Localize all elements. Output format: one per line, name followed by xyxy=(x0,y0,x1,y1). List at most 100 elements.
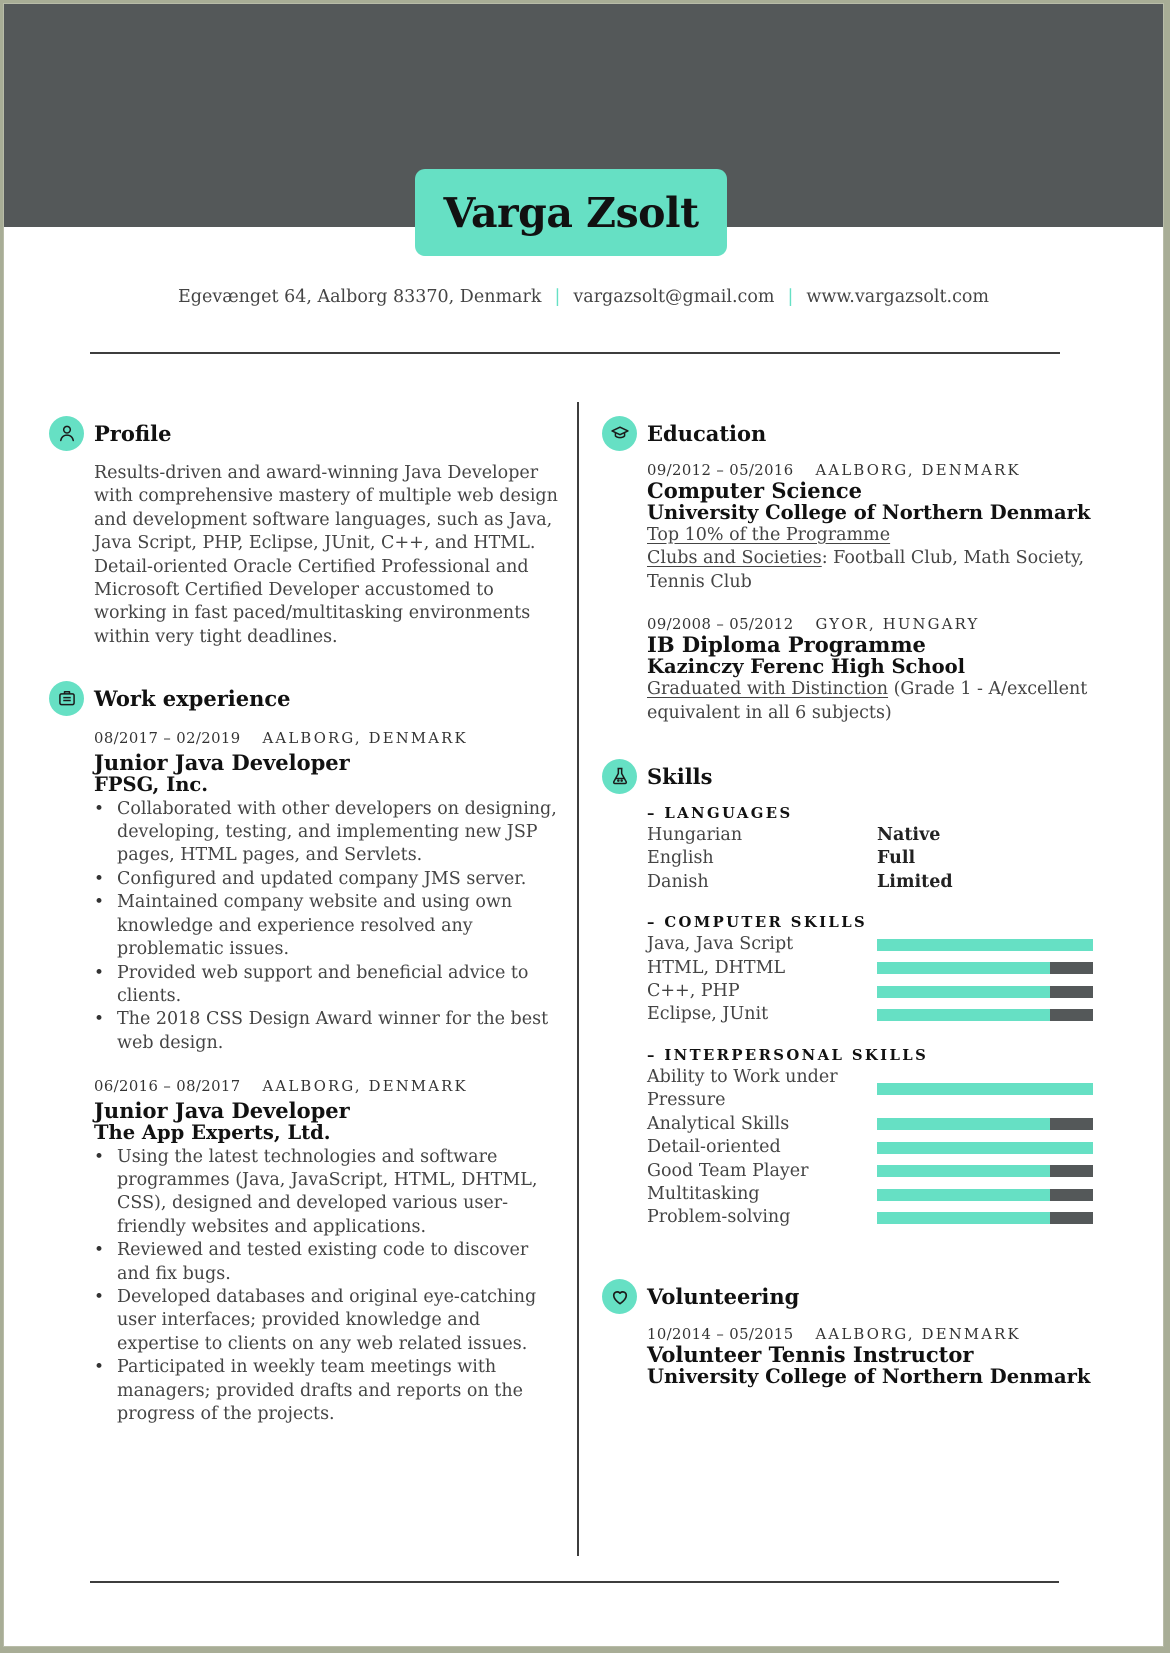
work-section: Work experience 08/2017 – 02/2019 AALBORG… xyxy=(49,680,559,1426)
skill-name: Good Team Player xyxy=(647,1160,809,1181)
computer-skill-row: Java, Java Script xyxy=(647,933,1122,956)
job-bullets: Using the latest technologies and softwa… xyxy=(94,1146,559,1427)
list-item: Using the latest technologies and softwa… xyxy=(94,1146,559,1240)
volunteering-section: Volunteering 10/2014 – 05/2015 AALBORG, D… xyxy=(602,1279,1122,1388)
skill-name: Analytical Skills xyxy=(647,1113,790,1134)
skill-level-bar xyxy=(877,1083,1093,1096)
list-item: The 2018 CSS Design Award winner for the… xyxy=(94,1008,559,1055)
computer-skill-row: C++, PHP xyxy=(647,980,1122,1003)
language-level: Full xyxy=(877,848,916,869)
job-location: AALBORG, DENMARK xyxy=(262,730,468,748)
interpersonal-skill-row: Good Team Player xyxy=(647,1160,1122,1183)
interpersonal-skills-heading: – INTERPERSONAL SKILLS xyxy=(647,1046,929,1064)
column-divider xyxy=(577,402,579,1556)
right-column: Education 09/2012 – 05/2016 AALBORG, DENM… xyxy=(602,415,1122,1388)
education-section: Education 09/2012 – 05/2016 AALBORG, DENM… xyxy=(602,415,1122,725)
vol-dates: 10/2014 – 05/2015 xyxy=(647,1325,794,1343)
edu-meta: 09/2012 – 05/2016 AALBORG, DENMARK xyxy=(647,462,1122,479)
left-column: Profile Results-driven and award-winning… xyxy=(49,415,559,1426)
section-header: Education xyxy=(602,415,1122,451)
language-name: Hungarian xyxy=(647,825,743,846)
language-name: English xyxy=(647,848,714,869)
edu-highlight-link[interactable]: Graduated with Distinction xyxy=(647,679,888,699)
skill-name: HTML, DHTML xyxy=(647,957,786,978)
job-dates: 08/2017 – 02/2019 xyxy=(94,730,241,748)
skill-level-fill xyxy=(877,962,1050,975)
skill-name: Java, Java Script xyxy=(647,934,794,955)
job-bullets: Collaborated with other developers on de… xyxy=(94,798,559,1055)
edu-highlight-link[interactable]: Top 10% of the Programme xyxy=(647,525,890,545)
section-title: Skills xyxy=(647,763,713,789)
interpersonal-skill-row: Ability to Work under Pressure xyxy=(647,1066,1122,1113)
profile-text: Results-driven and award-winning Java De… xyxy=(49,462,559,649)
edu-highlight: Top 10% of the Programme xyxy=(647,524,1122,547)
contact-line: Egevænget 64, Aalborg 83370, Denmark | var… xyxy=(4,287,1163,307)
profile-paragraph: Results-driven and award-winning Java De… xyxy=(94,463,558,554)
vol-location: AALBORG, DENMARK xyxy=(815,1325,1021,1343)
section-header: Volunteering xyxy=(602,1279,1122,1315)
flask-icon xyxy=(602,758,637,794)
skill-level-fill xyxy=(877,1188,1050,1201)
job-entry: 06/2016 – 08/2017 AALBORG, DENMARK Junior… xyxy=(49,1075,559,1426)
skill-level-bar xyxy=(877,1009,1093,1022)
person-icon xyxy=(49,415,84,451)
name-badge: Varga Zsolt xyxy=(415,169,727,256)
vol-role: Volunteer Tennis Instructor xyxy=(647,1341,974,1367)
job-company: FPSG, Inc. xyxy=(94,772,209,796)
section-header: Profile xyxy=(49,415,559,451)
languages-heading: – LANGUAGES xyxy=(647,805,793,823)
computer-skills-list: Java, Java Script HTML, DHTML C++, PHP Ecli… xyxy=(647,933,1122,1027)
page-frame-bottom xyxy=(0,1647,1170,1653)
skill-name: Eclipse, JUnit xyxy=(647,1004,769,1025)
skill-name: Problem-solving xyxy=(647,1207,791,1228)
edu-location: GYOR, HUNGARY xyxy=(815,616,980,634)
email-link[interactable]: vargazsolt@gmail.com xyxy=(573,287,774,307)
job-entry: 08/2017 – 02/2019 AALBORG, DENMARK Junior… xyxy=(49,727,559,1055)
top-divider xyxy=(90,352,1060,354)
section-header: Work experience xyxy=(49,680,559,716)
interpersonal-skill-row: Analytical Skills xyxy=(647,1113,1122,1136)
edu-highlight: Graduated with Distinction (Grade 1 - A/… xyxy=(647,678,1122,725)
profile-section: Profile Results-driven and award-winning… xyxy=(49,415,559,649)
skill-level-fill xyxy=(877,1083,1093,1096)
website-link[interactable]: www.vargazsolt.com xyxy=(806,287,989,307)
section-title: Volunteering xyxy=(647,1284,800,1310)
skill-level-bar xyxy=(877,1118,1093,1131)
edu-dates: 09/2012 – 05/2016 xyxy=(647,462,794,479)
volunteering-entry: 10/2014 – 05/2015 AALBORG, DENMARK Volunt… xyxy=(602,1326,1122,1388)
section-title: Profile xyxy=(94,420,172,446)
language-name: Danish xyxy=(647,871,709,892)
skill-level-fill xyxy=(877,1212,1050,1225)
address: Egevænget 64, Aalborg 83370, Denmark xyxy=(177,287,542,307)
skill-level-fill xyxy=(877,1009,1050,1022)
list-item: Maintained company website and using own… xyxy=(94,891,559,961)
list-item: Provided web support and beneficial advi… xyxy=(94,962,559,1009)
skill-level-bar xyxy=(877,938,1093,951)
edu-school: University College of Northern Denmark xyxy=(647,501,1091,524)
skill-level-fill xyxy=(877,938,1093,951)
language-row: English Full xyxy=(647,847,1122,870)
job-company: The App Experts, Ltd. xyxy=(94,1120,331,1144)
language-row: Danish Limited xyxy=(647,871,1122,894)
language-row: Hungarian Native xyxy=(647,824,1122,847)
job-meta: 06/2016 – 08/2017 AALBORG, DENMARK xyxy=(94,1075,559,1098)
contact-separator: | xyxy=(554,287,561,307)
skill-level-fill xyxy=(877,1141,1093,1154)
vol-org: University College of Northern Denmark xyxy=(647,1364,1091,1388)
job-location: AALBORG, DENMARK xyxy=(262,1078,468,1096)
education-entry: 09/2012 – 05/2016 AALBORG, DENMARK Comput… xyxy=(602,462,1122,594)
edu-meta: 09/2008 – 05/2012 GYOR, HUNGARY xyxy=(647,616,1122,633)
job-role: Junior Java Developer xyxy=(94,749,350,775)
briefcase-icon xyxy=(49,680,84,716)
list-item: Participated in weekly team meetings wit… xyxy=(94,1356,559,1426)
skill-level-fill xyxy=(877,1118,1050,1131)
edu-dates: 09/2008 – 05/2012 xyxy=(647,616,794,634)
edu-degree: Computer Science xyxy=(647,478,863,503)
resume-page: Varga Zsolt Egevænget 64, Aalborg 83370,… xyxy=(3,3,1164,1647)
education-entry: 09/2008 – 05/2012 GYOR, HUNGARY IB Diplom… xyxy=(602,616,1122,725)
contact-separator: | xyxy=(787,287,794,307)
skill-name: Multitasking xyxy=(647,1183,760,1204)
edu-clubs-link[interactable]: Clubs and Societies xyxy=(647,548,822,568)
computer-skill-row: Eclipse, JUnit xyxy=(647,1003,1122,1026)
skill-level-bar xyxy=(877,962,1093,975)
